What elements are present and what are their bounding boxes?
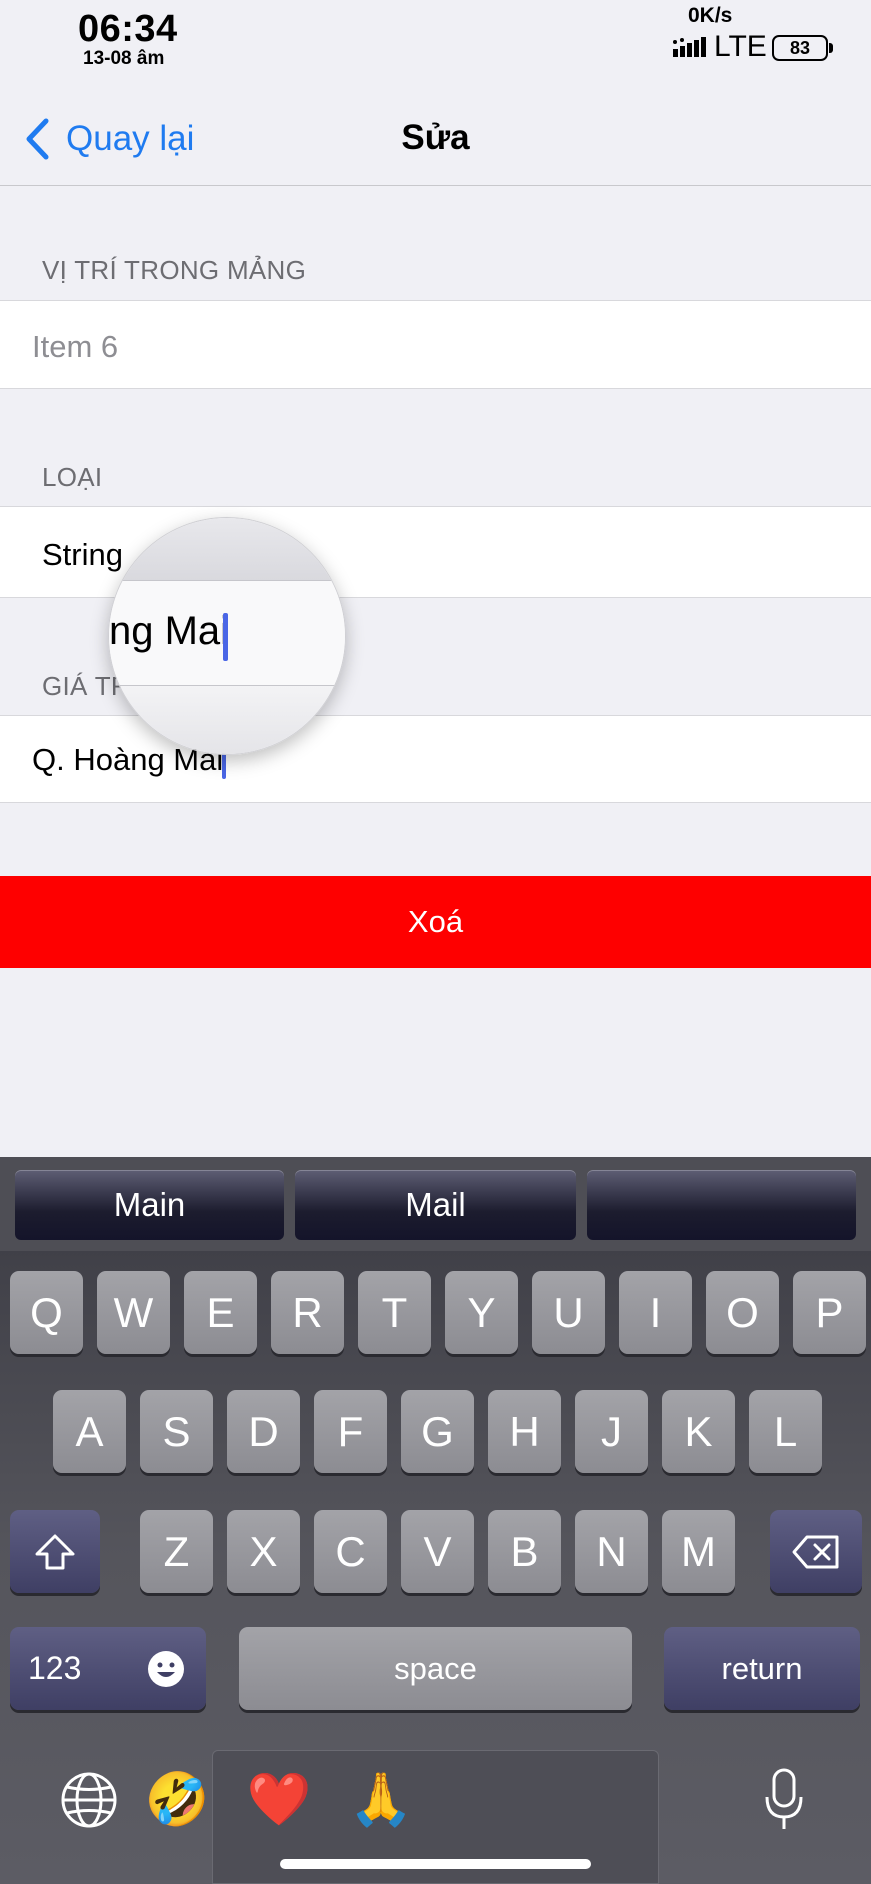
key-a[interactable]: A <box>53 1390 126 1473</box>
signal-icon <box>673 37 706 57</box>
key-t[interactable]: T <box>358 1271 431 1354</box>
globe-icon <box>61 1772 117 1828</box>
key-k[interactable]: K <box>662 1390 735 1473</box>
key-d[interactable]: D <box>227 1390 300 1473</box>
key-u[interactable]: U <box>532 1271 605 1354</box>
key-o[interactable]: O <box>706 1271 779 1354</box>
key-c[interactable]: C <box>314 1510 387 1593</box>
suggestion-2[interactable]: Mail <box>295 1170 576 1240</box>
key-e[interactable]: E <box>184 1271 257 1354</box>
key-n[interactable]: N <box>575 1510 648 1593</box>
page-title: Sửa <box>401 118 470 157</box>
return-key[interactable]: return <box>664 1627 860 1710</box>
emoji-rofl[interactable]: 🤣 <box>142 1764 212 1834</box>
magnifier-bottom <box>109 685 345 754</box>
numbers-label: 123 <box>28 1650 82 1686</box>
battery-icon: 83 <box>772 35 828 61</box>
magnifier-top <box>109 518 345 581</box>
globe-button[interactable] <box>52 1768 126 1832</box>
key-y[interactable]: Y <box>445 1271 518 1354</box>
battery-level: 83 <box>789 37 811 58</box>
microphone-icon <box>765 1768 803 1829</box>
key-q[interactable]: Q <box>10 1271 83 1354</box>
key-g[interactable]: G <box>401 1390 474 1473</box>
magnifier-cursor <box>223 613 228 661</box>
key-f[interactable]: F <box>314 1390 387 1473</box>
suggestion-3[interactable] <box>587 1170 856 1240</box>
key-l[interactable]: L <box>749 1390 822 1473</box>
key-p[interactable]: P <box>793 1271 866 1354</box>
suggestion-1[interactable]: Main <box>15 1170 284 1240</box>
numbers-key[interactable]: 123 <box>10 1627 206 1710</box>
dictation-button[interactable] <box>752 1762 816 1838</box>
key-z[interactable]: Z <box>140 1510 213 1593</box>
shift-key[interactable] <box>10 1510 100 1593</box>
key-w[interactable]: W <box>97 1271 170 1354</box>
shift-icon <box>35 1534 75 1569</box>
emoji-heart[interactable]: ❤️ <box>244 1764 314 1834</box>
key-s[interactable]: S <box>140 1390 213 1473</box>
position-placeholder: Item 6 <box>32 329 119 364</box>
space-key[interactable]: space <box>239 1627 632 1710</box>
status-time: 06:34 <box>78 8 178 50</box>
key-b[interactable]: B <box>488 1510 561 1593</box>
key-x[interactable]: X <box>227 1510 300 1593</box>
emoji-smiley-icon <box>148 1650 184 1687</box>
status-date: 13-08 âm <box>83 48 165 69</box>
key-h[interactable]: H <box>488 1390 561 1473</box>
section-header-position: VỊ TRÍ TRONG MẢNG <box>42 255 307 285</box>
delete-key[interactable] <box>770 1510 862 1593</box>
emoji-pray[interactable]: 🙏 <box>346 1764 416 1834</box>
battery-tip <box>829 43 833 53</box>
key-r[interactable]: R <box>271 1271 344 1354</box>
key-m[interactable]: M <box>662 1510 735 1593</box>
backspace-icon <box>792 1535 839 1568</box>
position-cell[interactable]: Item 6 <box>0 300 871 389</box>
delete-button[interactable]: Xoá <box>0 876 871 968</box>
network-type: LTE <box>714 30 767 63</box>
magnifier-text: ng Mai <box>109 609 230 653</box>
key-i[interactable]: I <box>619 1271 692 1354</box>
network-speed: 0K/s <box>688 4 733 27</box>
section-header-type: LOẠI <box>42 462 103 492</box>
text-magnifier: ng Mai <box>108 517 346 755</box>
key-j[interactable]: J <box>575 1390 648 1473</box>
home-indicator[interactable] <box>280 1859 591 1869</box>
key-v[interactable]: V <box>401 1510 474 1593</box>
